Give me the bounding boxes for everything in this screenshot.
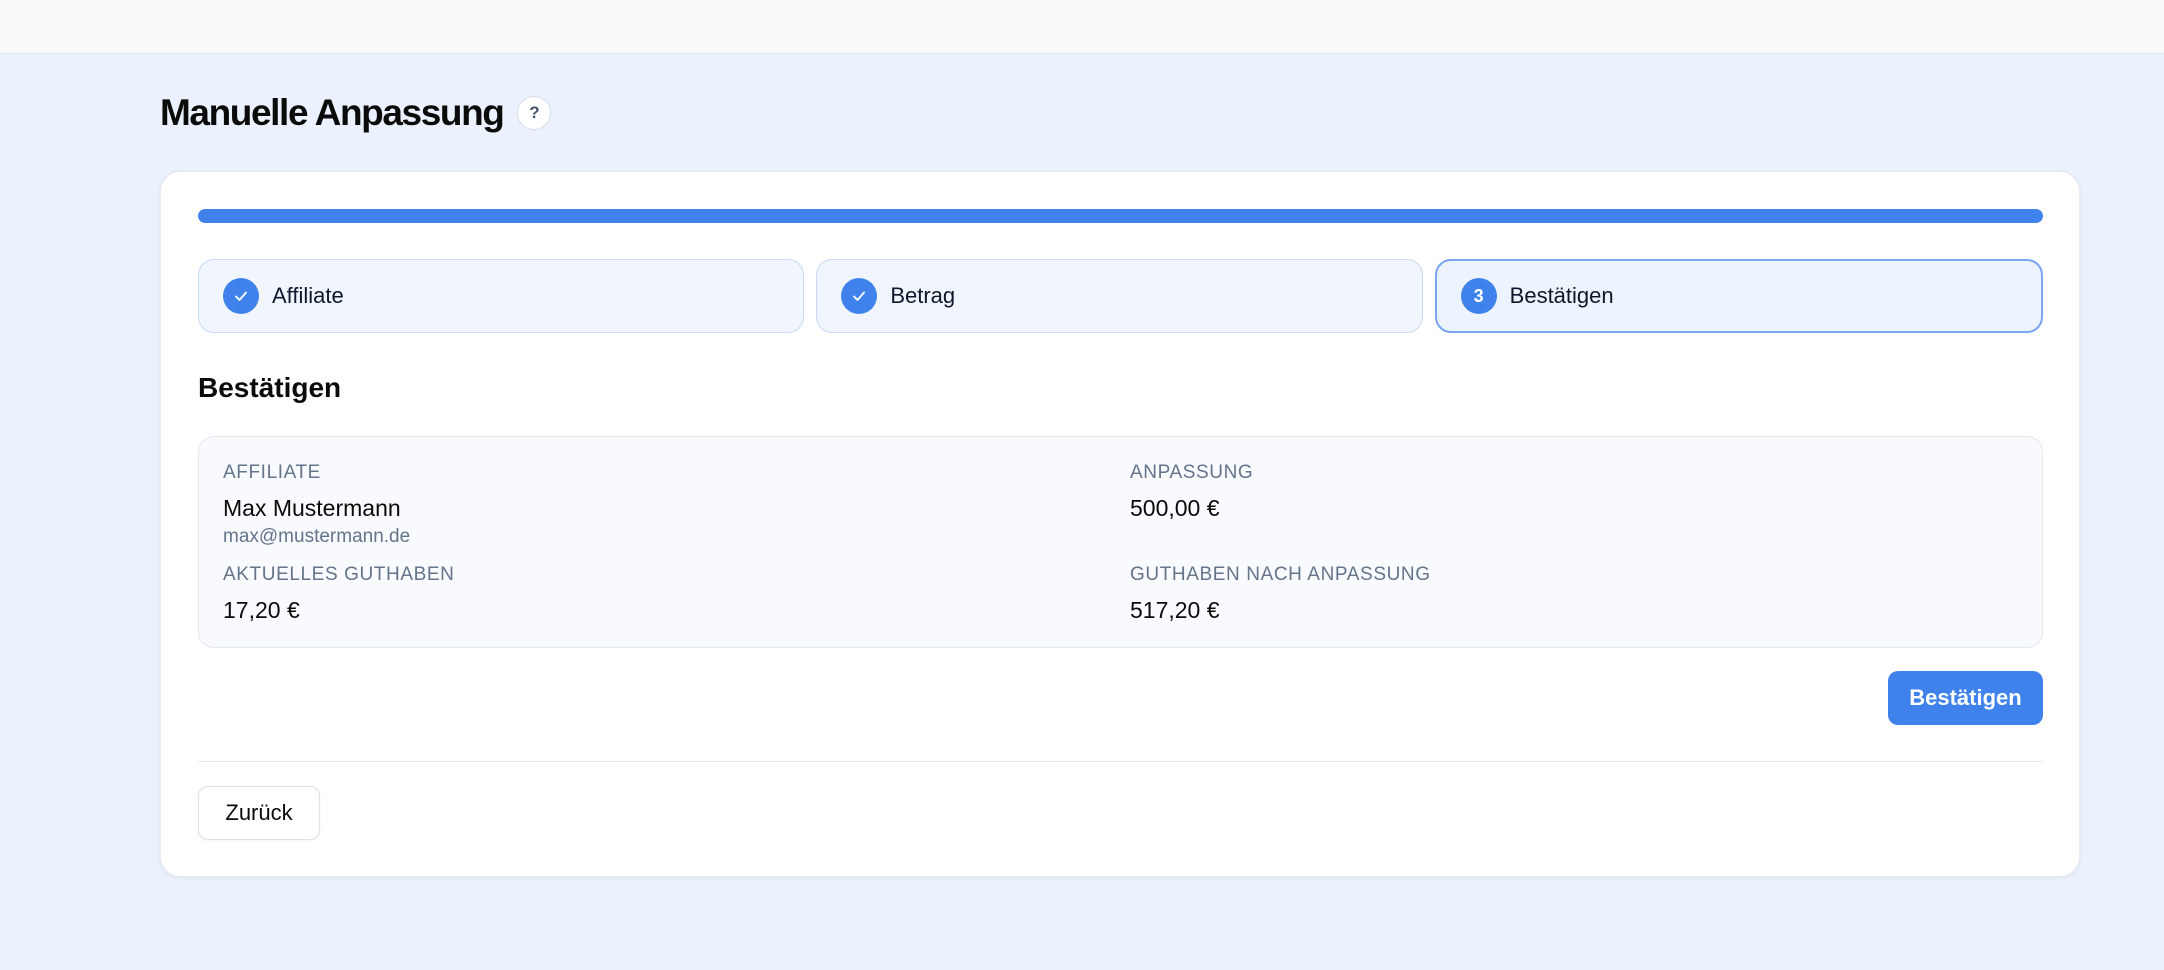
current-balance-label: AKTUELLES GUTHABEN [223, 564, 455, 585]
confirm-button[interactable]: Bestätigen [1888, 671, 2043, 725]
affiliate-email: max@mustermann.de [223, 526, 411, 547]
step-number-badge: 3 [1460, 278, 1497, 314]
help-button[interactable]: ? [517, 96, 552, 130]
adjustment-label: ANPASSUNG [1130, 462, 1254, 483]
back-button[interactable]: Zurück [198, 786, 320, 840]
wizard-card: Affiliate Betrag 3 Bestätigen Bestätigen… [160, 171, 2080, 877]
help-icon: ? [529, 103, 540, 122]
summary-panel: AFFILIATE Max Mustermann max@mustermann.… [198, 436, 2043, 648]
new-balance-field: GUTHABEN NACH ANPASSUNG 517,20 € [1130, 563, 1431, 624]
current-balance-field: AKTUELLES GUTHABEN 17,20 € [223, 563, 454, 624]
step-label: Betrag [890, 283, 956, 308]
step-betrag[interactable]: Betrag [816, 259, 1423, 333]
check-icon [223, 278, 259, 314]
divider [198, 761, 2043, 762]
affiliate-field: AFFILIATE Max Mustermann max@mustermann.… [223, 461, 410, 548]
affiliate-label: AFFILIATE [223, 462, 321, 483]
new-balance-value: 517,20 € [1130, 597, 1220, 623]
new-balance-label: GUTHABEN NACH ANPASSUNG [1130, 564, 1431, 585]
step-label: Affiliate [272, 283, 344, 308]
top-bar [0, 0, 2164, 54]
step-label: Bestätigen [1509, 283, 1614, 308]
adjustment-value: 500,00 € [1130, 495, 1220, 521]
affiliate-name: Max Mustermann [223, 495, 401, 521]
check-icon [841, 278, 878, 314]
current-balance-value: 17,20 € [223, 597, 300, 623]
step-affiliate[interactable]: Affiliate [198, 259, 805, 333]
stepper: Affiliate Betrag 3 Bestätigen [198, 259, 2043, 333]
adjustment-field: ANPASSUNG 500,00 € [1130, 461, 1253, 522]
progress-bar [198, 209, 2043, 223]
step-bestaetigen[interactable]: 3 Bestätigen [1434, 259, 2043, 333]
progress-bar-fill [198, 209, 2043, 223]
section-title: Bestätigen [198, 372, 342, 403]
page-header: Manuelle Anpassung ? [160, 86, 552, 140]
page-title: Manuelle Anpassung [160, 92, 505, 133]
